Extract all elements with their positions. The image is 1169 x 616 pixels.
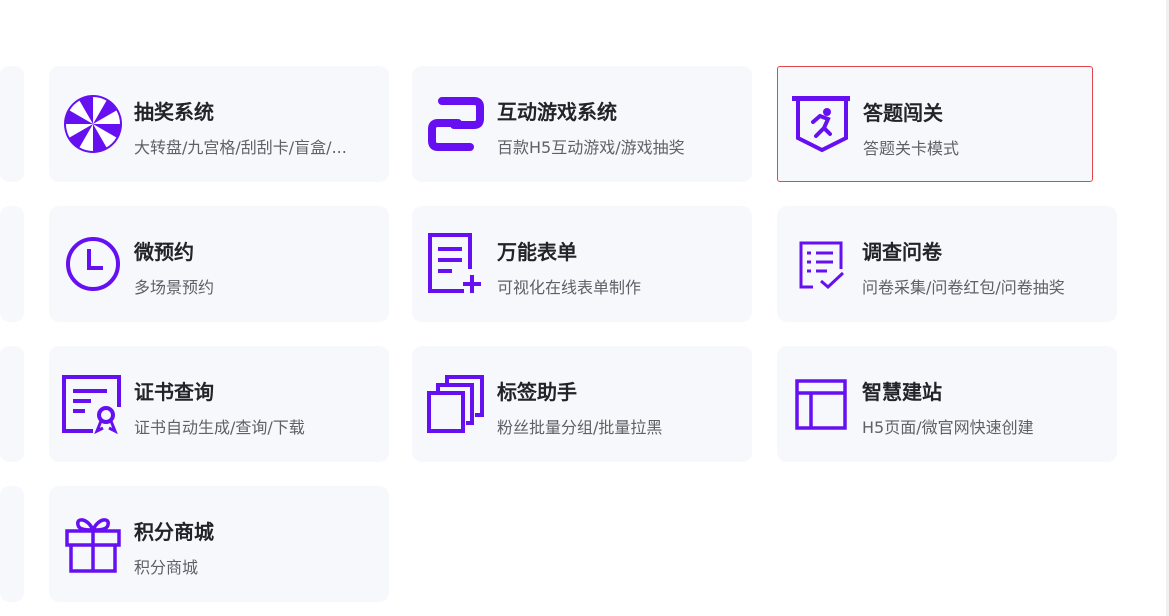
app-card-quiz[interactable]: 答题闯关 答题关卡模式 bbox=[777, 66, 1093, 182]
app-card-tag-helper[interactable]: 标签助手 粉丝批量分组/批量拉黑 bbox=[412, 346, 752, 462]
app-card-survey[interactable]: 调查问卷 问卷采集/问卷红包/问卷抽奖 bbox=[777, 206, 1117, 322]
card-title: 微预约 bbox=[134, 240, 194, 264]
app-card-points-mall[interactable]: 积分商城 积分商城 bbox=[49, 486, 389, 602]
card-description: 证书自动生成/查询/下载 bbox=[134, 418, 305, 437]
app-card-interactive-game[interactable]: 互动游戏系统 百款H5互动游戏/游戏抽奖 bbox=[412, 66, 752, 182]
app-card-lottery[interactable]: 抽奖系统 大转盘/九宫格/刮刮卡/盲盒/... bbox=[49, 66, 389, 182]
partial-card-left[interactable] bbox=[0, 206, 24, 322]
card-title: 调查问卷 bbox=[862, 240, 942, 264]
card-title: 标签助手 bbox=[497, 380, 577, 404]
card-description: 答题关卡模式 bbox=[863, 139, 960, 158]
certificate-icon bbox=[61, 373, 125, 435]
partial-card-left[interactable] bbox=[0, 486, 24, 602]
app-card-form[interactable]: 万能表单 可视化在线表单制作 bbox=[412, 206, 752, 322]
card-description: 积分商城 bbox=[134, 558, 199, 577]
card-description: 粉丝批量分组/批量拉黑 bbox=[497, 418, 663, 437]
card-title: 答题闯关 bbox=[863, 101, 943, 125]
gift-icon bbox=[61, 513, 125, 575]
card-description: 可视化在线表单制作 bbox=[497, 278, 642, 297]
form-add-icon bbox=[424, 233, 488, 295]
card-description: 大转盘/九宫格/刮刮卡/盲盒/... bbox=[134, 138, 347, 157]
card-title: 证书查询 bbox=[134, 380, 214, 404]
card-title: 积分商城 bbox=[134, 520, 214, 544]
card-title: 抽奖系统 bbox=[134, 100, 214, 124]
partial-card-left[interactable] bbox=[0, 66, 24, 182]
lottery-wheel-icon bbox=[61, 93, 125, 155]
stacked-tags-icon bbox=[424, 373, 488, 435]
clock-icon bbox=[61, 233, 125, 295]
survey-checklist-icon bbox=[789, 233, 853, 295]
card-description: H5页面/微官网快速创建 bbox=[862, 418, 1034, 437]
quiz-runner-badge-icon bbox=[790, 94, 854, 156]
card-description: 多场景预约 bbox=[134, 278, 215, 297]
card-title: 万能表单 bbox=[497, 240, 577, 264]
card-description: 百款H5互动游戏/游戏抽奖 bbox=[497, 138, 685, 157]
interactive-game-icon bbox=[424, 93, 488, 155]
card-description: 问卷采集/问卷红包/问卷抽奖 bbox=[862, 278, 1065, 297]
website-layout-icon bbox=[789, 373, 853, 435]
app-card-site-builder[interactable]: 智慧建站 H5页面/微官网快速创建 bbox=[777, 346, 1117, 462]
card-title: 智慧建站 bbox=[862, 380, 942, 404]
card-title: 互动游戏系统 bbox=[497, 100, 617, 124]
app-card-certificate[interactable]: 证书查询 证书自动生成/查询/下载 bbox=[49, 346, 389, 462]
partial-card-left[interactable] bbox=[0, 346, 24, 462]
app-card-reservation[interactable]: 微预约 多场景预约 bbox=[49, 206, 389, 322]
